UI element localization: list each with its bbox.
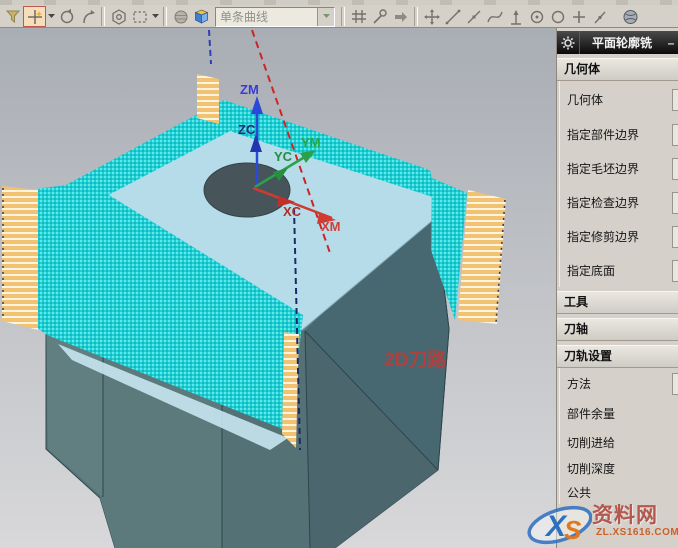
curve-rule-combo[interactable]: 单条曲线 xyxy=(215,7,335,27)
axis-label-xc: XC xyxy=(283,204,302,219)
shaded-sphere-icon[interactable] xyxy=(170,6,191,27)
dashed-line-blue-top xyxy=(209,30,211,64)
panel-item-specify-check-boundary[interactable]: 指定检查边界 xyxy=(560,185,678,219)
end-point-snap-icon[interactable] xyxy=(442,6,463,27)
panel-item-common[interactable]: 公共 xyxy=(560,480,678,504)
marquee-caret-icon[interactable] xyxy=(150,6,160,27)
curve-rule-value: 单条曲线 xyxy=(216,8,317,25)
rotate-view-icon[interactable] xyxy=(56,6,77,27)
shaded-cube-icon[interactable] xyxy=(191,6,212,27)
hatch-band-top xyxy=(197,74,219,124)
row-button-cutoff[interactable] xyxy=(672,124,678,146)
top-toolbar: 单条曲线 xyxy=(0,0,678,28)
panel-item-method[interactable]: 方法 xyxy=(560,368,678,398)
point-on-curve-snap-icon[interactable] xyxy=(484,6,505,27)
orbit-view-icon[interactable] xyxy=(77,6,98,27)
operation-dialog: 平面轮廓铣 – 几何体 几何体 指定部件边界 指定毛坯边界 指定检查边界 指定 xyxy=(556,28,678,548)
arrow-next-icon[interactable] xyxy=(390,6,411,27)
panel-item-cut-feed[interactable]: 切削进给 xyxy=(560,428,678,456)
panel-header-tool[interactable]: 工具 xyxy=(557,291,678,314)
row-button-cutoff[interactable] xyxy=(672,373,678,395)
viewport-3d[interactable]: ZM ZC YM YC XC XM 2D刀路 xyxy=(0,28,556,548)
zm-arrowhead xyxy=(251,96,263,114)
grid-snap-icon[interactable] xyxy=(348,6,369,27)
row-button-cutoff[interactable] xyxy=(672,158,678,180)
panel-header-tool-axis[interactable]: 刀轴 xyxy=(557,318,678,341)
geometry-group: 几何体 指定部件边界 指定毛坯边界 指定检查边界 指定修剪边界 指定底面 xyxy=(559,81,678,287)
axis-label-zc: ZC xyxy=(238,122,256,137)
toolbar-separator xyxy=(101,7,105,26)
move-cross-icon[interactable] xyxy=(421,6,442,27)
panel-item-specify-floor[interactable]: 指定底面 xyxy=(560,253,678,287)
panel-item-specify-part-boundary[interactable]: 指定部件边界 xyxy=(560,117,678,151)
path-settings-group: 方法 部件余量 切削进给 切削深度 公共 xyxy=(559,368,678,504)
plus-point-snap-icon[interactable] xyxy=(568,6,589,27)
panel-header-geometry[interactable]: 几何体 xyxy=(557,58,678,81)
snap-dropdown-caret-icon[interactable] xyxy=(46,6,56,27)
snap-point-active-button[interactable] xyxy=(23,6,46,27)
axis-point-snap-icon[interactable] xyxy=(505,6,526,27)
dialog-titlebar[interactable]: 平面轮廓铣 – xyxy=(557,31,678,54)
dialog-title: 平面轮廓铣 xyxy=(580,34,664,51)
mid-point-snap-icon[interactable] xyxy=(463,6,484,27)
point-on-line-snap-icon[interactable] xyxy=(589,6,610,27)
panel-item-cut-depth[interactable]: 切削深度 xyxy=(560,456,678,480)
axis-label-ym: YM xyxy=(301,135,321,150)
panel-header-path-settings[interactable]: 刀轨设置 xyxy=(557,345,678,368)
axis-label-zm: ZM xyxy=(240,82,259,97)
row-button-cutoff[interactable] xyxy=(672,226,678,248)
combo-dropdown-icon[interactable] xyxy=(317,8,334,26)
face-snap-icon[interactable] xyxy=(620,6,641,27)
panel-item-geometry[interactable]: 几何体 xyxy=(560,81,678,117)
axis-label-xm: XM xyxy=(321,219,341,234)
hexagon-center-icon[interactable] xyxy=(108,6,129,27)
point-constructor-icon[interactable] xyxy=(369,6,390,27)
toolbar-separator xyxy=(414,7,418,26)
minimize-button[interactable]: – xyxy=(664,36,678,50)
center-point-snap-icon[interactable] xyxy=(526,6,547,27)
toolpath-annotation: 2D刀路 xyxy=(384,348,447,371)
axis-label-yc: YC xyxy=(274,149,293,164)
panel-item-part-stock[interactable]: 部件余量 xyxy=(560,398,678,428)
panel-item-specify-blank-boundary[interactable]: 指定毛坯边界 xyxy=(560,151,678,185)
toolbar-separator xyxy=(163,7,167,26)
row-button-cutoff[interactable] xyxy=(672,260,678,282)
gear-icon[interactable] xyxy=(557,31,580,54)
panel-item-specify-trim-boundary[interactable]: 指定修剪边界 xyxy=(560,219,678,253)
hatch-band-far-left xyxy=(2,186,38,330)
row-button-cutoff[interactable] xyxy=(672,192,678,214)
scene-3d: ZM ZC YM YC XC XM 2D刀路 xyxy=(0,28,556,548)
row-button-cutoff[interactable] xyxy=(672,89,678,111)
selection-filter-funnel-icon[interactable] xyxy=(2,6,23,27)
circle-snap-icon[interactable] xyxy=(547,6,568,27)
nx-cam-window: 单条曲线 xyxy=(0,0,678,548)
hatch-band-inner xyxy=(282,332,299,448)
rect-marquee-icon[interactable] xyxy=(129,6,150,27)
toolbar-separator xyxy=(341,7,345,26)
